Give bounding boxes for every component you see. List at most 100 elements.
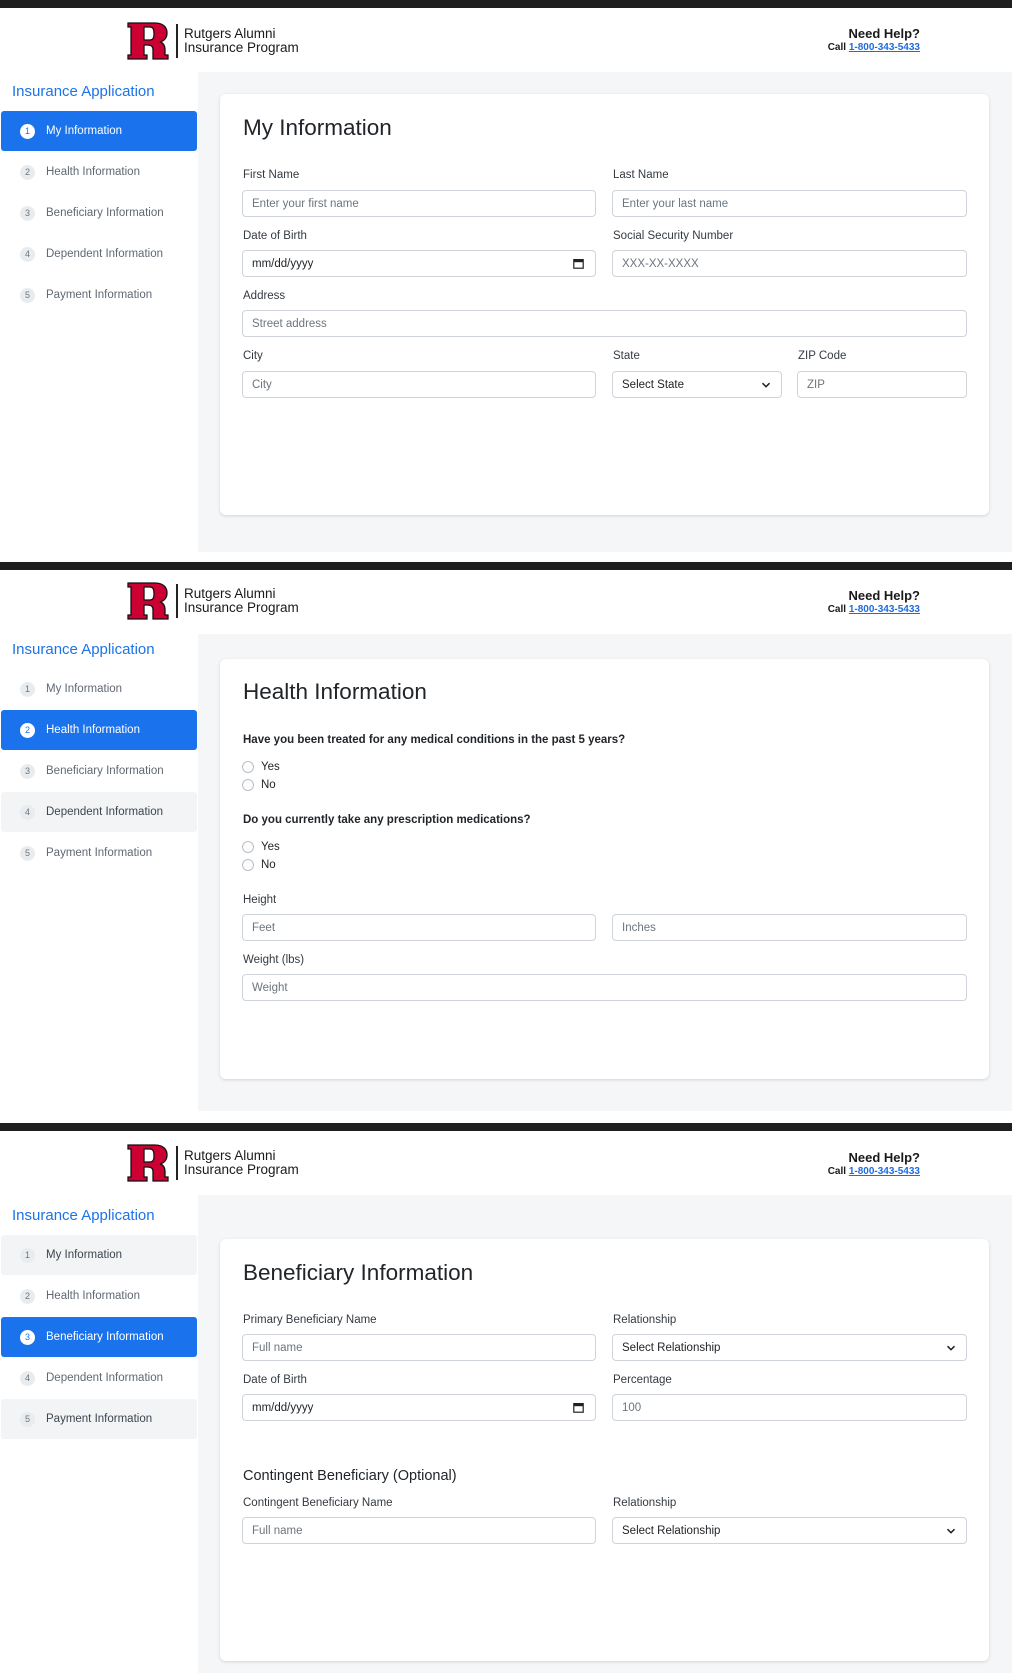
beneficiary-dob-input[interactable]: mm/dd/yyyy [242,1394,596,1421]
dob-input[interactable]: mm/dd/yyyy [242,250,596,277]
logo-line-1: Rutgers Alumni [184,1148,276,1163]
radio-medications-no[interactable]: No [242,859,276,871]
calendar-icon[interactable] [573,1402,584,1413]
sidebar-item-label: Health Information [46,1290,140,1302]
step-number: 2 [20,1288,35,1304]
top-bar [0,0,1012,8]
ssn-input[interactable]: XXX-XX-XXXX [612,250,967,277]
phone-link[interactable]: 1-800-343-5433 [849,42,920,53]
height-feet-input[interactable]: Feet [242,914,596,941]
radio-circle[interactable] [242,779,254,791]
inches-placeholder: Inches [622,921,656,934]
call-label: Call [827,42,847,53]
sidebar-item-label: Health Information [46,166,140,178]
help-block: Need Help? Call 1-800-343-5433 [828,588,920,616]
step-number: 4 [20,804,35,820]
sidebar-item-label: My Information [46,125,123,137]
phone-link[interactable]: 1-800-343-5433 [849,604,920,615]
first-name-placeholder: Enter your first name [252,197,359,210]
contingent-heading: Contingent Beneficiary (Optional) [243,1468,457,1484]
contingent-relationship-value: Select Relationship [622,1524,721,1537]
call-label: Call [827,604,847,615]
top-bar [0,562,1012,570]
relationship-value: Select Relationship [622,1341,721,1354]
sidebar-item-beneficiary-information[interactable]: 3 Beneficiary Information [1,751,197,791]
contingent-name-input[interactable]: Full name [242,1517,596,1544]
calendar-icon[interactable] [573,258,584,269]
rutgers-logo[interactable]: Rutgers Alumni Insurance Program [127,582,299,620]
state-select[interactable]: Select State [612,371,782,398]
sidebar-item-dependent-information[interactable]: 4 Dependent Information [1,792,197,832]
address-input[interactable]: Street address [242,310,967,337]
height-label: Height [243,894,277,906]
sidebar-item-dependent-information[interactable]: 4 Dependent Information [1,1358,197,1398]
radio-label: Yes [261,841,280,853]
sidebar-item-dependent-information[interactable]: 4 Dependent Information [1,234,197,274]
height-inches-input[interactable]: Inches [612,914,967,941]
last-name-input[interactable]: Enter your last name [612,190,967,217]
question-prescription-medications: Do you currently take any prescription m… [243,814,531,826]
feet-placeholder: Feet [252,921,276,934]
rutgers-r-icon [127,1144,169,1182]
rutgers-logo[interactable]: Rutgers Alumni Insurance Program [127,1144,299,1182]
sidebar-item-my-information[interactable]: 1 My Information [1,111,197,151]
contingent-relationship-select[interactable]: Select Relationship [612,1517,967,1544]
help-call: Call 1-800-343-5433 [828,41,920,54]
zip-input[interactable]: ZIP [797,371,967,398]
city-label: City [243,350,263,362]
form-card [220,659,989,1079]
dob-value: mm/dd/yyyy [252,257,314,270]
sidebar-item-label: Dependent Information [46,1372,163,1384]
last-name-label: Last Name [613,169,669,181]
relationship-select[interactable]: Select Relationship [612,1334,967,1361]
help-call: Call 1-800-343-5433 [828,1165,920,1178]
step-number: 3 [20,763,35,779]
step-number: 4 [20,246,35,262]
sidebar-item-payment-information[interactable]: 5 Payment Information [1,275,197,315]
logo-text: Rutgers Alumni Insurance Program [184,587,299,615]
sidebar-item-my-information[interactable]: 1 My Information [1,669,197,709]
primary-beneficiary-input[interactable]: Full name [242,1334,596,1361]
state-label: State [613,350,640,362]
address-label: Address [243,290,286,302]
step-number: 1 [20,123,35,139]
contingent-name-placeholder: Full name [252,1524,303,1537]
sidebar-item-my-information[interactable]: 1 My Information [1,1235,197,1275]
weight-label: Weight (lbs) [243,954,305,966]
logo-text: Rutgers Alumni Insurance Program [184,27,299,55]
weight-input[interactable]: Weight [242,974,967,1001]
help-title: Need Help? [848,1150,920,1165]
sidebar-item-payment-information[interactable]: 5 Payment Information [1,833,197,873]
radio-medical-yes[interactable]: Yes [242,761,280,773]
sidebar-title: Insurance Application [12,641,155,658]
sidebar-item-payment-information[interactable]: 5 Payment Information [1,1399,197,1439]
first-name-input[interactable]: Enter your first name [242,190,596,217]
step-number: 3 [20,205,35,221]
rutgers-logo[interactable]: Rutgers Alumni Insurance Program [127,22,299,60]
form-card [220,1239,989,1661]
step-number: 2 [20,164,35,180]
beneficiary-dob-value: mm/dd/yyyy [252,1401,314,1414]
sidebar-item-label: Payment Information [46,289,153,301]
sidebar-item-health-information[interactable]: 2 Health Information [1,710,197,750]
sidebar-item-beneficiary-information[interactable]: 3 Beneficiary Information [1,193,197,233]
radio-circle[interactable] [242,841,254,853]
sidebar-item-beneficiary-information[interactable]: 3 Beneficiary Information [1,1317,197,1357]
radio-circle[interactable] [242,761,254,773]
sidebar-item-health-information[interactable]: 2 Health Information [1,1276,197,1316]
city-input[interactable]: City [242,371,596,398]
radio-medical-no[interactable]: No [242,779,276,791]
radio-medications-yes[interactable]: Yes [242,841,280,853]
contingent-relationship-label: Relationship [613,1497,677,1509]
radio-circle[interactable] [242,859,254,871]
sidebar-title: Insurance Application [12,83,155,100]
beneficiary-dob-label: Date of Birth [243,1374,307,1386]
sidebar-item-label: Beneficiary Information [46,207,164,219]
percentage-label: Percentage [613,1374,672,1386]
phone-link[interactable]: 1-800-343-5433 [849,1166,920,1177]
primary-beneficiary-label: Primary Beneficiary Name [243,1314,377,1326]
sidebar-item-health-information[interactable]: 2 Health Information [1,152,197,192]
primary-beneficiary-placeholder: Full name [252,1341,303,1354]
percentage-input[interactable]: 100 [612,1394,967,1421]
page-title: Beneficiary Information [243,1260,474,1285]
